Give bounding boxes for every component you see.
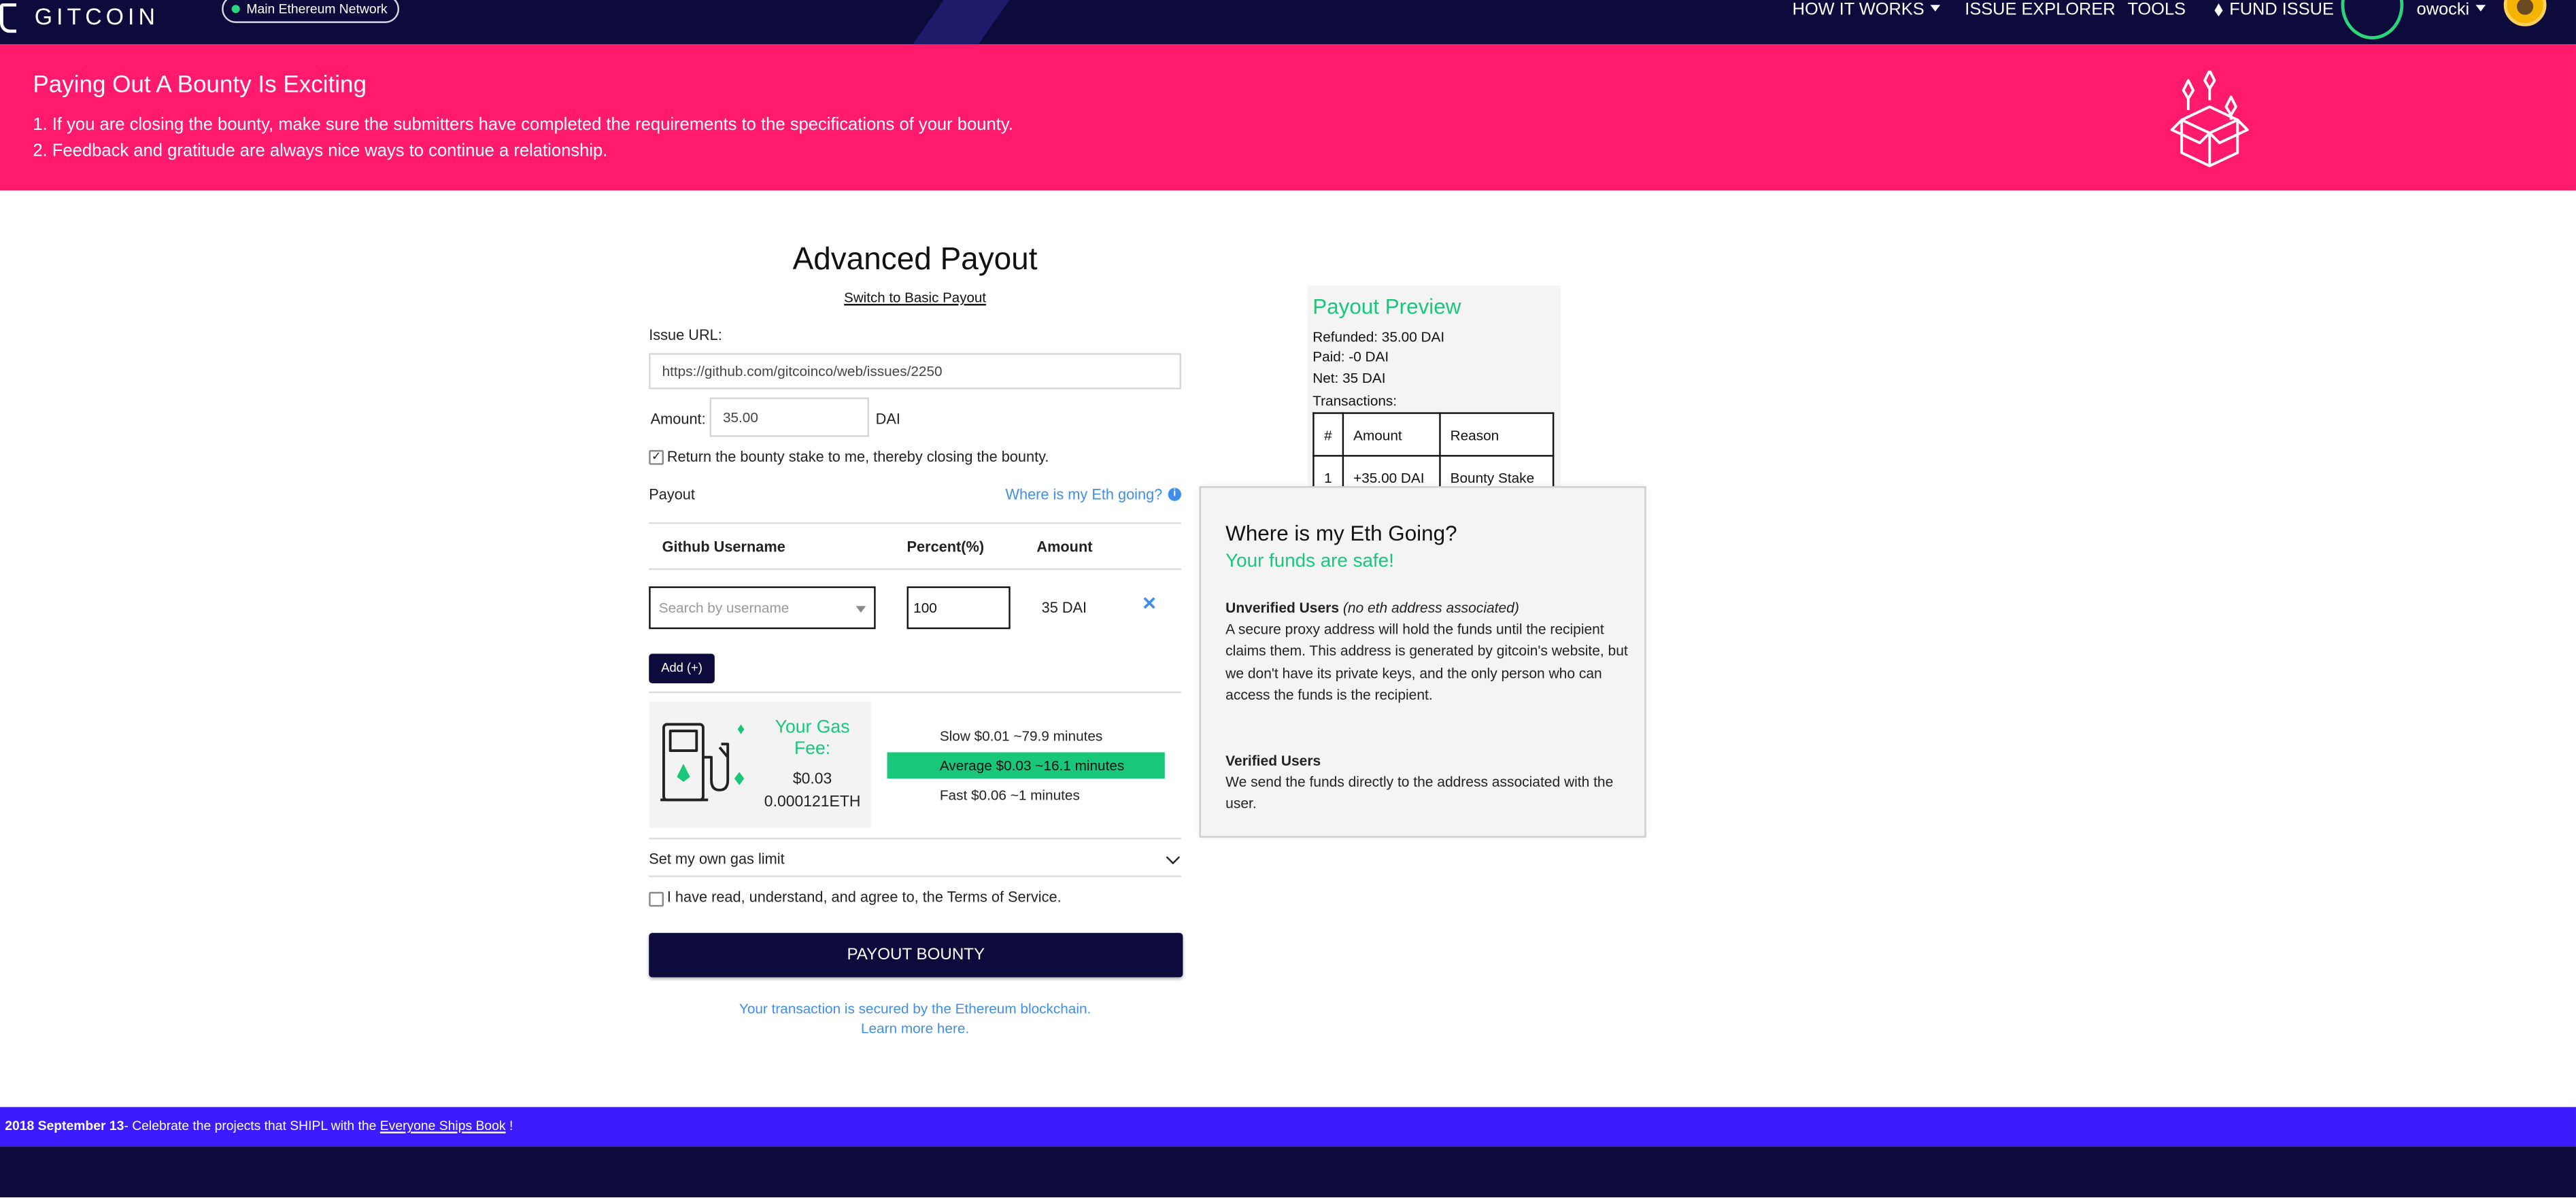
preview-paid: Paid: -0 DAI [1312, 348, 1389, 365]
nav-fund-issue[interactable]: FUND ISSUE [2214, 0, 2334, 21]
tx-header-number: # [1312, 412, 1344, 457]
tos-checkbox[interactable] [649, 891, 664, 907]
divider [649, 568, 1181, 570]
verified-heading: Verified Users [1225, 752, 1321, 769]
gas-limit-toggle[interactable]: Set my own gas limit [649, 851, 784, 867]
table-header-row: # Amount Reason [1312, 412, 1554, 457]
chevron-down-icon[interactable] [1166, 850, 1181, 865]
preview-net: Net: 35 DAI [1312, 369, 1386, 386]
column-header-amount: Amount [1036, 538, 1093, 555]
announcement-bar: 2018 September 13- Celebrate the project… [0, 1107, 2576, 1147]
open-box-icon [2170, 70, 2249, 167]
divider [649, 691, 1181, 694]
tx-header-reason: Reason [1438, 412, 1554, 457]
gitcoin-logo-text[interactable]: GITCOIN [35, 3, 159, 30]
column-header-username: Github Username [662, 538, 785, 555]
column-header-percent: Percent(%) [906, 538, 985, 555]
gas-fee-card: Your Gas Fee: $0.03 0.000121ETH [649, 701, 871, 828]
return-stake-label: Return the bounty stake to me, thereby c… [666, 448, 1049, 465]
nav-how-it-works-label: HOW IT WORKS [1792, 0, 1925, 20]
payout-label: Payout [649, 486, 695, 503]
nav-user-menu[interactable]: owocki [2417, 0, 2486, 21]
network-badge: Main Ethereum Network [222, 0, 399, 23]
nav-issue-explorer[interactable]: ISSUE EXPLORER [1965, 0, 2115, 21]
amount-unit: DAI [875, 410, 900, 428]
gas-pump-icon [660, 723, 745, 802]
secured-text: Your transaction is secured by the Ether… [739, 1000, 1091, 1017]
announcement-text: - Celebrate the projects that SHIPL with… [124, 1118, 377, 1133]
gas-fee-eth: 0.000121ETH [764, 793, 861, 812]
announcement-suffix: ! [509, 1118, 513, 1133]
return-stake-checkbox[interactable]: ✓ [649, 449, 664, 465]
gas-fee-title: Your Gas Fee: [775, 717, 850, 759]
popover-subtitle: Your funds are safe! [1225, 551, 1394, 572]
nav-how-it-works[interactable]: HOW IT WORKS [1793, 0, 1941, 21]
nav-tools[interactable]: TOOLS [2127, 0, 2186, 21]
divider [649, 875, 1181, 878]
popover-title: Where is my Eth Going? [1225, 520, 1457, 546]
unverified-heading: Unverified Users [1225, 599, 1339, 616]
info-icon[interactable]: i [1168, 487, 1181, 501]
top-navbar: GITCOIN Main Ethereum Network HOW IT WOR… [0, 0, 2576, 45]
divider [649, 522, 1181, 524]
preview-transactions-label: Transactions: [1312, 392, 1397, 409]
learn-more-link[interactable]: Learn more here. [649, 1020, 1181, 1036]
where-eth-going-link[interactable]: Where is my Eth going? [1005, 486, 1162, 502]
add-payout-button[interactable]: Add (+) [649, 653, 715, 683]
network-status-dot-icon [231, 5, 240, 14]
gas-fee-usd: $0.03 [792, 770, 832, 789]
row-amount: 35 DAI [1041, 599, 1087, 616]
banner-tip-1: 1. If you are closing the bounty, make s… [33, 115, 1013, 135]
footer [0, 1146, 2576, 1198]
divider [649, 838, 1181, 840]
tx-header-amount: Amount [1342, 412, 1441, 457]
payout-bounty-button[interactable]: PAYOUT BOUNTY [649, 933, 1183, 978]
tos-link[interactable]: Terms of Service [947, 889, 1057, 905]
decorative-swirl-icon [2341, 0, 2404, 39]
avatar[interactable] [2503, 0, 2547, 27]
amount-label: Amount: [650, 410, 706, 428]
amount-field[interactable]: 35.00 [709, 397, 869, 437]
eth-going-popover: Where is my Eth Going? Your funds are sa… [1199, 486, 1646, 838]
username-search-select[interactable]: Search by username [649, 586, 876, 630]
info-banner: Paying Out A Bounty Is Exciting 1. If yo… [0, 44, 2576, 191]
unverified-body: A secure proxy address will hold the fun… [1225, 621, 1628, 703]
issue-url-label: Issue URL: [649, 326, 722, 343]
unverified-note: (no eth address associated) [1342, 599, 1519, 616]
issue-url-field[interactable]: https://github.com/gitcoinco/web/issues/… [649, 353, 1181, 390]
verified-body: We send the funds directly to the addres… [1225, 773, 1614, 812]
unverified-heading-line: Unverified Users (no eth address associa… [1225, 598, 1628, 619]
announcement-link[interactable]: Everyone Ships Book [380, 1118, 506, 1133]
username-search-placeholder: Search by username [658, 599, 790, 616]
avatar-face-icon [2517, 0, 2534, 15]
tos-prefix: I have read, understand, and agree to, t… [666, 888, 943, 906]
ethereum-icon [2214, 3, 2223, 17]
tos-statement: I have read, understand, and agree to, t… [667, 889, 1062, 905]
announcement-date: 2018 September 13 [5, 1118, 124, 1133]
caret-down-icon [2475, 5, 2486, 12]
gas-option-fast[interactable]: Fast $0.06 ~1 minutes [887, 782, 1165, 808]
preview-refunded: Refunded: 35.00 DAI [1312, 328, 1445, 345]
tos-suffix: . [1057, 888, 1062, 906]
nav-decorative-stripe [913, 0, 1010, 45]
network-label: Main Ethereum Network [246, 1, 388, 17]
nav-fund-issue-label: FUND ISSUE [2229, 0, 2334, 20]
gas-option-average[interactable]: Average $0.03 ~16.1 minutes [887, 752, 1165, 779]
remove-row-icon[interactable]: ✕ [1142, 595, 1157, 616]
dropdown-caret-icon [855, 606, 866, 613]
gitcoin-logo-icon[interactable] [0, 3, 17, 33]
page-title: Advanced Payout [792, 243, 1038, 278]
banner-title: Paying Out A Bounty Is Exciting [33, 72, 367, 99]
switch-basic-payout-link[interactable]: Switch to Basic Payout [649, 289, 1181, 305]
banner-tip-2: 2. Feedback and gratitude are always nic… [33, 141, 608, 161]
username-label: owocki [2416, 0, 2470, 20]
gas-option-slow[interactable]: Slow $0.01 ~79.9 minutes [887, 723, 1165, 749]
payout-preview-title: Payout Preview [1312, 294, 1461, 319]
caret-down-icon [1931, 5, 1941, 12]
percent-input[interactable]: 100 [906, 586, 1011, 630]
